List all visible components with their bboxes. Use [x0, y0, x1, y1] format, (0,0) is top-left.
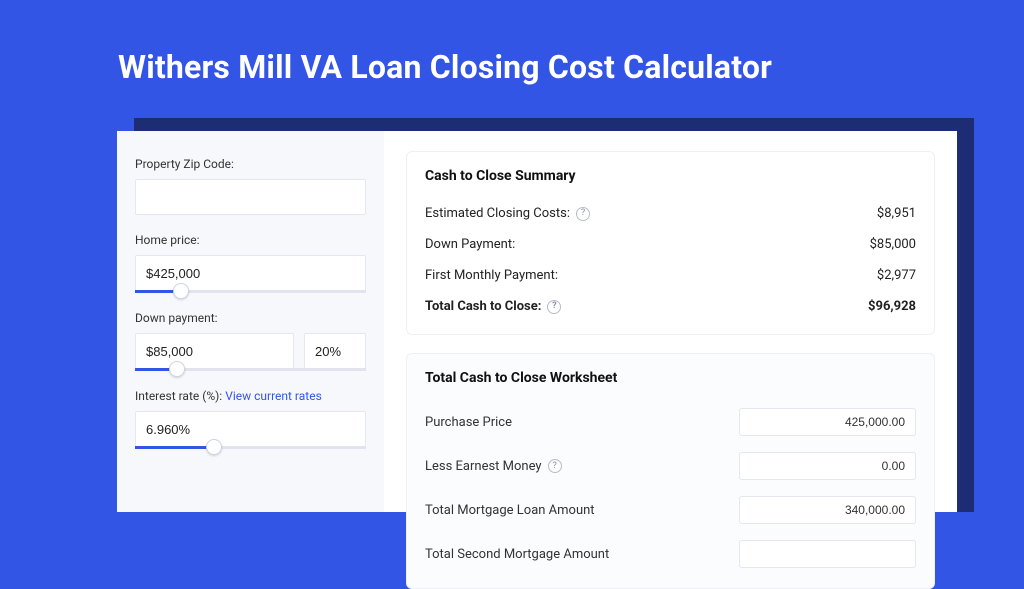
summary-value: $85,000: [870, 237, 916, 252]
zip-field-group: Property Zip Code:: [135, 157, 366, 215]
home-price-slider[interactable]: [135, 290, 366, 293]
summary-row-closing-costs: Estimated Closing Costs: ? $8,951: [425, 198, 916, 229]
summary-value: $2,977: [877, 268, 916, 283]
home-price-input[interactable]: [135, 255, 366, 291]
worksheet-card: Total Cash to Close Worksheet Purchase P…: [406, 353, 935, 589]
help-icon[interactable]: ?: [548, 459, 562, 473]
cash-to-close-summary: Cash to Close Summary Estimated Closing …: [406, 151, 935, 335]
down-payment-input[interactable]: [135, 333, 294, 369]
worksheet-label: Total Second Mortgage Amount: [425, 547, 609, 562]
summary-row-first-payment: First Monthly Payment: $2,977: [425, 260, 916, 291]
page-title: Withers Mill VA Loan Closing Cost Calcul…: [0, 0, 1024, 110]
summary-row-total: Total Cash to Close: ? $96,928: [425, 291, 916, 322]
zip-input[interactable]: [135, 179, 366, 215]
worksheet-row-earnest-money: Less Earnest Money ?: [425, 444, 916, 488]
interest-rate-input[interactable]: [135, 411, 366, 447]
worksheet-label: Purchase Price: [425, 415, 512, 430]
interest-rate-label-line: Interest rate (%): View current rates: [135, 389, 366, 403]
worksheet-input-second-mortgage[interactable]: [739, 540, 916, 568]
help-icon[interactable]: ?: [576, 207, 590, 221]
summary-value: $8,951: [877, 206, 916, 221]
worksheet-title: Total Cash to Close Worksheet: [425, 370, 916, 386]
slider-thumb[interactable]: [173, 283, 189, 299]
view-rates-link[interactable]: View current rates: [225, 389, 322, 403]
worksheet-row-total-loan: Total Mortgage Loan Amount: [425, 488, 916, 532]
calculator-card: Property Zip Code: Home price: Down paym…: [117, 131, 957, 512]
summary-label: Estimated Closing Costs:: [425, 206, 570, 221]
worksheet-row-purchase-price: Purchase Price: [425, 400, 916, 444]
worksheet-input-earnest-money[interactable]: [739, 452, 916, 480]
down-payment-field-group: Down payment:: [135, 311, 366, 371]
zip-label: Property Zip Code:: [135, 157, 366, 171]
summary-value: $96,928: [868, 299, 916, 314]
worksheet-input-purchase-price[interactable]: [739, 408, 916, 436]
slider-thumb[interactable]: [206, 439, 222, 455]
interest-rate-slider[interactable]: [135, 446, 366, 449]
worksheet-input-total-loan[interactable]: [739, 496, 916, 524]
input-sidebar: Property Zip Code: Home price: Down paym…: [117, 131, 384, 512]
summary-row-down-payment: Down Payment: $85,000: [425, 229, 916, 260]
down-payment-pct-input[interactable]: [304, 333, 366, 369]
summary-label: Down Payment:: [425, 237, 515, 252]
help-icon[interactable]: ?: [547, 300, 561, 314]
down-payment-label: Down payment:: [135, 311, 366, 325]
interest-rate-slider-wrap: [135, 411, 366, 449]
home-price-label: Home price:: [135, 233, 366, 247]
summary-label: First Monthly Payment:: [425, 268, 558, 283]
worksheet-label: Less Earnest Money: [425, 459, 542, 474]
slider-thumb[interactable]: [169, 361, 185, 377]
home-price-slider-wrap: [135, 255, 366, 293]
worksheet-label: Total Mortgage Loan Amount: [425, 503, 595, 518]
slider-fill: [135, 446, 214, 449]
summary-title: Cash to Close Summary: [425, 168, 916, 184]
home-price-field-group: Home price:: [135, 233, 366, 293]
worksheet-row-second-mortgage: Total Second Mortgage Amount: [425, 532, 916, 576]
summary-label: Total Cash to Close:: [425, 299, 541, 314]
interest-rate-label: Interest rate (%):: [135, 389, 225, 403]
results-main: Cash to Close Summary Estimated Closing …: [384, 131, 957, 512]
down-payment-slider[interactable]: [135, 368, 366, 371]
interest-rate-field-group: Interest rate (%): View current rates: [135, 389, 366, 449]
